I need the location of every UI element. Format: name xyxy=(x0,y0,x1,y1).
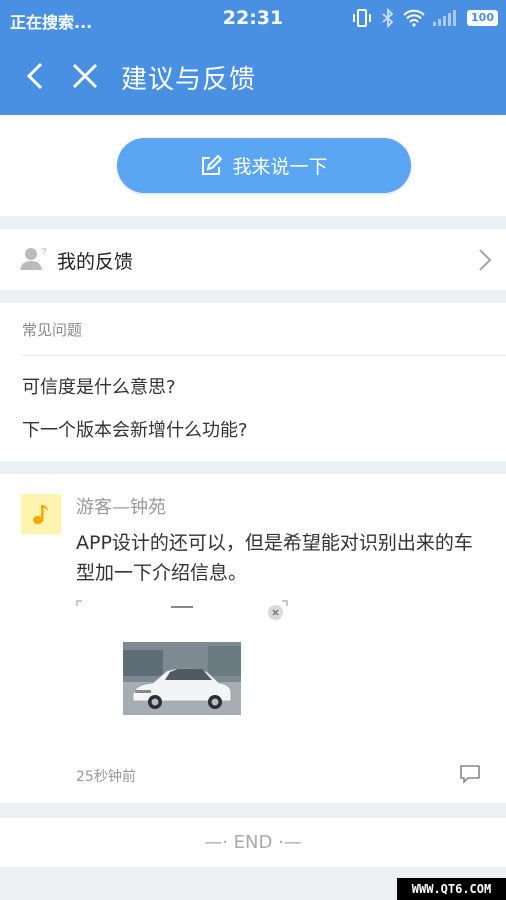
post-time: 25秒钟前 xyxy=(76,769,136,785)
faq-item[interactable]: 可信度是什么意思? xyxy=(22,373,176,399)
svg-text:?: ? xyxy=(41,247,47,258)
app-bar: 建议与反馈 xyxy=(0,37,506,115)
end-marker: —· END ·— xyxy=(0,818,506,867)
divider xyxy=(22,355,506,356)
watermark: WWW.QT6.COM xyxy=(397,878,506,900)
say-section: 我来说一下 xyxy=(0,115,506,216)
my-feedback-label: 我的反馈 xyxy=(57,251,134,273)
signal-icon xyxy=(433,10,457,26)
chevron-left-icon[interactable] xyxy=(22,61,52,91)
comment-icon[interactable] xyxy=(459,764,481,784)
feedback-post: 游客—钟苑 APP设计的还可以，但是希望能对识别出来的车型加一下介绍信息。 25… xyxy=(0,474,506,803)
close-icon[interactable] xyxy=(70,61,100,91)
vibrate-icon xyxy=(353,9,372,27)
faq-section: 常见问题 可信度是什么意思? 下一个版本会新增什么功能? xyxy=(0,303,506,461)
status-icons: 100 xyxy=(351,8,498,28)
wifi-icon xyxy=(403,9,425,27)
my-feedback-row[interactable]: ? 我的反馈 xyxy=(0,229,506,290)
chevron-right-icon xyxy=(479,249,492,271)
faq-heading: 常见问题 xyxy=(22,321,83,339)
page-title: 建议与反馈 xyxy=(121,65,257,95)
battery-icon: 100 xyxy=(467,10,498,26)
music-note-icon xyxy=(33,505,48,524)
post-author: 游客—钟苑 xyxy=(76,497,166,518)
car-photo[interactable] xyxy=(123,642,241,715)
bluetooth-icon xyxy=(382,8,394,28)
edit-icon xyxy=(202,154,223,175)
say-something-button[interactable]: 我来说一下 xyxy=(117,138,411,193)
say-something-label: 我来说一下 xyxy=(232,156,328,178)
faq-item[interactable]: 下一个版本会新增什么功能? xyxy=(22,416,248,442)
remove-image-icon[interactable] xyxy=(268,605,283,620)
post-content: APP设计的还可以，但是希望能对识别出来的车型加一下介绍信息。 xyxy=(76,532,473,584)
user-question-icon: ? xyxy=(20,247,47,270)
status-bar: 正在搜索... 22:31 100 xyxy=(0,0,506,37)
avatar[interactable] xyxy=(21,494,61,534)
